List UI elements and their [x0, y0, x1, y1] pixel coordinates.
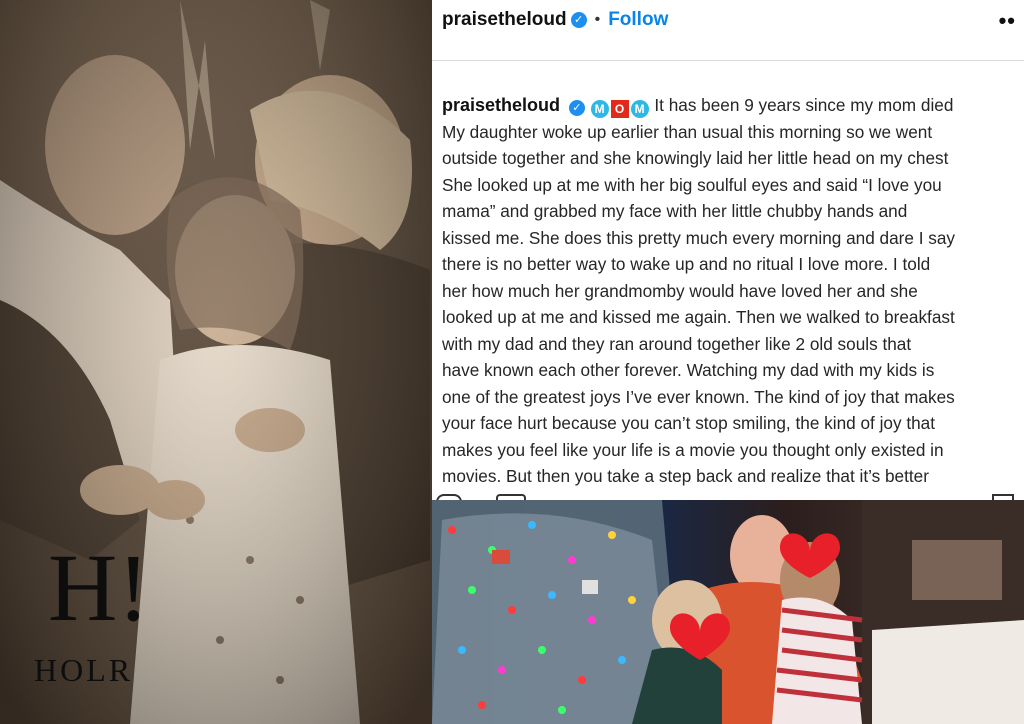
christmas-tree-family-photo — [432, 500, 1024, 724]
caption-line: have known each other forever. Watching … — [442, 360, 935, 380]
caption-line: movies. But then you take a step back an… — [442, 466, 929, 486]
verified-badge-icon: ✓ — [568, 100, 585, 116]
post-caption: praisetheloud ✓ MOM It has been 9 years … — [442, 92, 1024, 490]
more-options-icon[interactable]: •• — [999, 8, 1016, 34]
emoji-m-icon: M — [630, 100, 649, 118]
caption-line: your face hurt because you can’t stop sm… — [442, 413, 935, 433]
caption-username[interactable]: praisetheloud — [442, 95, 560, 115]
holr-logo-text: HOLR — [34, 652, 134, 688]
caption-line: looked up at me and kissed me again. The… — [442, 307, 955, 327]
holr-logo-mark: H! — [48, 534, 150, 641]
post-username[interactable]: praisetheloud — [442, 9, 567, 31]
verified-badge-icon: ✓ — [570, 12, 587, 28]
post-header: praisetheloud ✓ • Follow — [432, 0, 1024, 40]
caption-line: praisetheloud ✓ MOM It has been 9 years … — [442, 92, 1024, 119]
caption-line: outside together and she knowingly laid … — [442, 148, 949, 168]
caption-line: one of the greatest joys I’ve ever known… — [442, 386, 955, 407]
caption-line: kissed me. She does this pretty much eve… — [442, 227, 956, 248]
separator-dot: • — [594, 11, 601, 28]
vintage-family-photo: H! HOLR — [0, 0, 432, 724]
christmas-photo-illustration — [432, 500, 1024, 724]
emoji-m-icon: M — [590, 100, 609, 118]
instagram-post: praisetheloud ✓ • Follow •• praisethelou… — [432, 0, 1024, 500]
holr-logo: H! HOLR — [30, 540, 150, 690]
caption-line: makes you feel like your life is a movie… — [442, 439, 944, 460]
caption-line: mama” and grabbed my face with her littl… — [442, 201, 908, 221]
header-divider — [432, 60, 1024, 61]
caption-line: with my dad and they ran around together… — [442, 333, 912, 354]
emoji-o-icon: O — [610, 100, 629, 118]
caption-line: My daughter woke up earlier than usual t… — [442, 121, 933, 142]
caption-line: there is no better way to wake up and no… — [442, 254, 931, 274]
follow-button[interactable]: Follow — [608, 9, 668, 31]
caption-line: her how much her grandmomby would have l… — [442, 280, 918, 301]
caption-line: She looked up at me with her big soulful… — [442, 174, 942, 195]
caption-text: It has been 9 years since my mom died — [654, 95, 954, 115]
